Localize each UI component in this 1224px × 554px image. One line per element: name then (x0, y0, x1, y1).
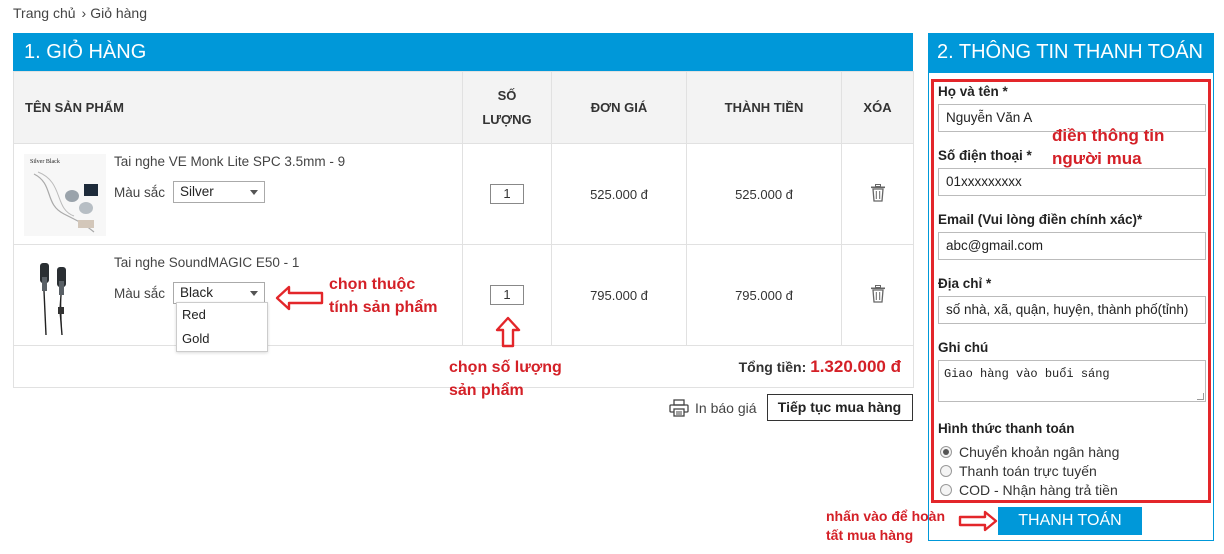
breadcrumb-separator: › (81, 5, 87, 21)
total-value: 1.320.000 đ (810, 356, 901, 376)
arrow-up-icon (495, 316, 521, 348)
chevron-down-icon (250, 291, 259, 296)
arrow-left-icon (275, 285, 324, 311)
arrow-right-icon (958, 510, 998, 532)
printer-icon (669, 398, 689, 417)
delete-cell (841, 143, 914, 245)
product-name[interactable]: Tai nghe VE Monk Lite SPC 3.5mm - 9 (114, 154, 345, 169)
phone-label: Số điện thoại * (938, 148, 1032, 163)
trash-icon[interactable] (870, 284, 886, 303)
breadcrumb: Trang chủ › Giỏ hàng (13, 5, 147, 21)
color-select[interactable]: Black (173, 282, 266, 304)
color-label: Màu sắc (114, 285, 166, 301)
print-quote-link[interactable]: In báo giá (669, 398, 757, 417)
print-quote-label: In báo giá (695, 399, 757, 416)
color-dropdown-list: Red Gold (176, 302, 268, 352)
cart-row: Tai nghe SoundMAGIC E50 - 1 Màu sắc Blac… (13, 244, 914, 352)
radio-icon[interactable] (940, 465, 952, 477)
header-line-total: THÀNH TIỀN (686, 71, 842, 144)
product-image: Silver Black (24, 154, 106, 236)
cart-header-row: TÊN SẢN PHẨM SỐ LƯỢNG ĐƠN GIÁ THÀNH TIỀN … (13, 71, 914, 144)
cart-row: Silver Black Tai nghe VE Monk Lite SPC 3… (13, 143, 914, 245)
annotation-choose-attribute: chọn thuộc tính sản phẩm (329, 276, 438, 316)
note-label: Ghi chú (938, 340, 989, 355)
cart-panel: 1. GIỎ HÀNG TÊN SẢN PHẨM SỐ LƯỢNG ĐƠN GIÁ… (13, 33, 914, 388)
chevron-down-icon (250, 190, 259, 195)
payment-method-option[interactable]: COD - Nhận hàng trả tiền (940, 482, 1118, 498)
color-label: Màu sắc (114, 184, 166, 200)
cart-table: TÊN SẢN PHẨM SỐ LƯỢNG ĐƠN GIÁ THÀNH TIỀN … (13, 71, 914, 388)
annotation-click-finish: nhấn vào để hoàn tất mua hàng (826, 508, 946, 543)
radio-icon[interactable] (940, 484, 952, 496)
header-quantity: SỐ LƯỢNG (462, 71, 552, 144)
cart-actions: In báo giá Tiếp tục mua hàng (669, 394, 913, 421)
resize-handle-icon[interactable] (1197, 393, 1204, 400)
line-total: 525.000 đ (686, 143, 842, 245)
annotation-choose-quantity: chọn số lượng sản phẩm (449, 359, 562, 399)
payment-method-label: Hình thức thanh toán (938, 421, 1075, 436)
payment-method-option[interactable]: Thanh toán trực tuyến (940, 463, 1097, 479)
continue-shopping-button[interactable]: Tiếp tục mua hàng (766, 394, 913, 421)
product-cell: Silver Black Tai nghe VE Monk Lite SPC 3… (13, 143, 463, 245)
email-label: Email (Vui lòng điền chính xác)* (938, 212, 1143, 227)
color-select[interactable]: Silver (173, 181, 266, 203)
checkout-button[interactable]: THANH TOÁN (998, 507, 1142, 535)
unit-price: 525.000 đ (551, 143, 687, 245)
trash-icon[interactable] (870, 183, 886, 202)
cart-title: 1. GIỎ HÀNG (13, 33, 913, 71)
line-total: 795.000 đ (686, 244, 842, 346)
payment-method-option[interactable]: Chuyển khoản ngân hàng (940, 444, 1119, 460)
note-textarea[interactable]: Giao hàng vào buổi sáng (938, 360, 1206, 402)
quantity-input[interactable]: 1 (490, 184, 524, 204)
product-name[interactable]: Tai nghe SoundMAGIC E50 - 1 (114, 255, 299, 270)
address-field[interactable]: số nhà, xã, quận, huyện, thành phố(tỉnh) (938, 296, 1206, 324)
header-unit-price: ĐƠN GIÁ (551, 71, 687, 144)
breadcrumb-current: Giỏ hàng (90, 5, 148, 21)
phone-field[interactable]: 01xxxxxxxxx (938, 168, 1206, 196)
payment-panel: 2. THÔNG TIN THANH TOÁN Họ và tên * Nguy… (928, 33, 1214, 541)
quantity-cell: 1 (462, 143, 552, 245)
breadcrumb-home-link[interactable]: Trang chủ (13, 5, 76, 21)
payment-title: 2. THÔNG TIN THANH TOÁN (928, 33, 1214, 73)
annotation-fill-info: điền thông tin người mua (1052, 126, 1165, 168)
email-field[interactable]: abc@gmail.com (938, 232, 1206, 260)
delete-cell (841, 244, 914, 346)
product-image (24, 255, 106, 337)
header-product-name: TÊN SẢN PHẨM (13, 71, 463, 144)
name-label: Họ và tên * (938, 84, 1008, 99)
dropdown-option[interactable]: Gold (177, 327, 267, 351)
dropdown-option[interactable]: Red (177, 303, 267, 327)
address-label: Địa chỉ * (938, 276, 992, 291)
total-label: Tổng tiền: (738, 358, 807, 375)
unit-price: 795.000 đ (551, 244, 687, 346)
header-delete: XÓA (841, 71, 914, 144)
quantity-input[interactable]: 1 (490, 285, 524, 305)
svg-text:Silver Black: Silver Black (30, 159, 60, 165)
radio-selected-icon[interactable] (940, 446, 952, 458)
